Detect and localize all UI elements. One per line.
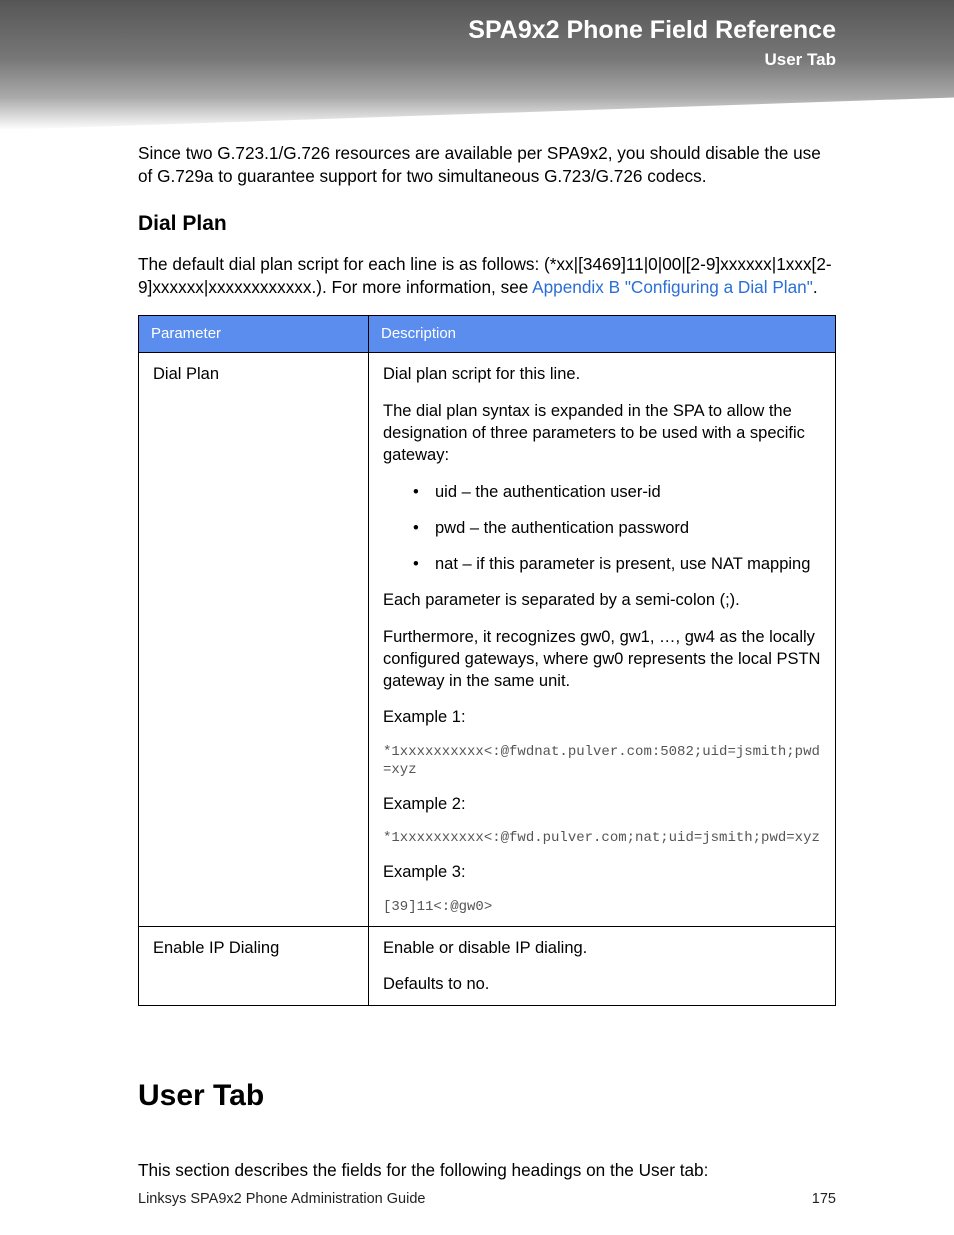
param-desc: Enable or disable IP dialing. Defaults t… xyxy=(369,926,836,1006)
intro-paragraph: Since two G.723.1/G.726 resources are av… xyxy=(138,142,836,188)
header-title: SPA9x2 Phone Field Reference xyxy=(468,16,836,45)
dial-plan-text-after: . xyxy=(813,277,818,297)
desc-text: Defaults to no. xyxy=(383,973,821,995)
example-code: *1xxxxxxxxxx<:@fwdnat.pulver.com:5082;ui… xyxy=(383,743,821,779)
desc-text: Furthermore, it recognizes gw0, gw1, …, … xyxy=(383,626,821,693)
user-tab-text: This section describes the fields for th… xyxy=(138,1159,836,1182)
example-label: Example 2: xyxy=(383,793,821,815)
list-item: nat – if this parameter is present, use … xyxy=(413,553,821,575)
appendix-link[interactable]: Appendix B "Configuring a Dial Plan" xyxy=(532,277,813,297)
th-description: Description xyxy=(369,316,836,353)
example-code: [39]11<:@gw0> xyxy=(383,898,821,916)
list-item: pwd – the authentication password xyxy=(413,517,821,539)
desc-list: uid – the authentication user-id pwd – t… xyxy=(383,481,821,576)
footer-left: Linksys SPA9x2 Phone Administration Guid… xyxy=(138,1191,425,1207)
dial-plan-heading: Dial Plan xyxy=(138,210,836,238)
table-row: Dial Plan Dial plan script for this line… xyxy=(139,353,836,926)
user-tab-heading: User Tab xyxy=(138,1076,836,1117)
page-header: SPA9x2 Phone Field Reference User Tab xyxy=(0,0,954,130)
page-content: Since two G.723.1/G.726 resources are av… xyxy=(0,130,954,1182)
desc-text: The dial plan syntax is expanded in the … xyxy=(383,400,821,467)
desc-text: Each parameter is separated by a semi-co… xyxy=(383,589,821,611)
page-footer: Linksys SPA9x2 Phone Administration Guid… xyxy=(138,1191,836,1207)
footer-page-number: 175 xyxy=(812,1191,836,1207)
param-desc: Dial plan script for this line. The dial… xyxy=(369,353,836,926)
desc-text: Enable or disable IP dialing. xyxy=(383,937,821,959)
param-name: Dial Plan xyxy=(139,353,369,926)
example-label: Example 1: xyxy=(383,706,821,728)
example-code: *1xxxxxxxxxx<:@fwd.pulver.com;nat;uid=js… xyxy=(383,829,821,847)
list-item: uid – the authentication user-id xyxy=(413,481,821,503)
desc-text: Dial plan script for this line. xyxy=(383,363,821,385)
th-parameter: Parameter xyxy=(139,316,369,353)
table-row: Enable IP Dialing Enable or disable IP d… xyxy=(139,926,836,1006)
example-label: Example 3: xyxy=(383,861,821,883)
dial-plan-paragraph: The default dial plan script for each li… xyxy=(138,253,836,299)
param-name: Enable IP Dialing xyxy=(139,926,369,1006)
header-subtitle: User Tab xyxy=(765,50,837,70)
parameter-table: Parameter Description Dial Plan Dial pla… xyxy=(138,315,836,1006)
